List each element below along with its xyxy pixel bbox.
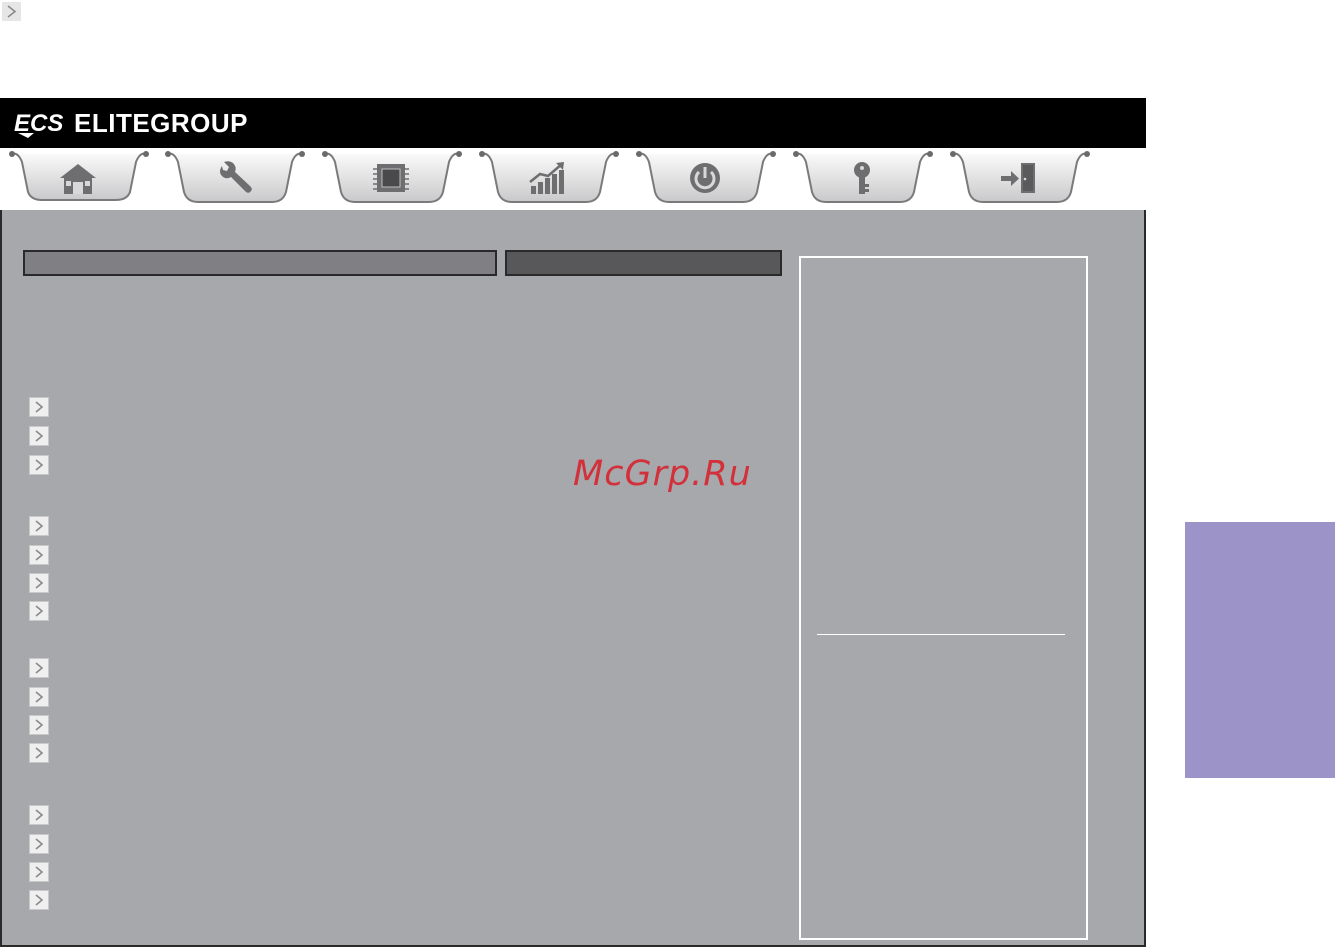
menu-item-arrow[interactable]: [29, 516, 49, 536]
chip-icon: [373, 164, 409, 192]
bios-window: ECS ELITEGROUP: [0, 98, 1146, 947]
menu-item-arrow[interactable]: [29, 834, 49, 854]
menu-item-arrow[interactable]: [29, 426, 49, 446]
menu-item-arrow[interactable]: [29, 601, 49, 621]
performance-chart-icon: [529, 162, 564, 194]
menu-item-arrow[interactable]: [29, 715, 49, 735]
key-icon: [854, 162, 870, 194]
menu-item-arrow[interactable]: [29, 743, 49, 763]
exit-icon: [1001, 163, 1035, 193]
menu-item-arrow[interactable]: [29, 658, 49, 678]
menu-item-arrow[interactable]: [29, 890, 49, 910]
menu-item-arrow[interactable]: [29, 862, 49, 882]
home-icon: [60, 164, 96, 194]
tab-exit[interactable]: [949, 148, 1090, 210]
menu-item-arrow[interactable]: [29, 397, 49, 417]
tab-performance[interactable]: [478, 148, 619, 210]
tab-strip: [0, 148, 1146, 210]
watermark-text: McGrp.Ru: [573, 454, 752, 494]
tab-security[interactable]: [792, 148, 933, 210]
item-header-bar: [23, 250, 497, 276]
tab-advanced[interactable]: [164, 148, 305, 210]
brand-logo: ECS ELITEGROUP: [12, 106, 248, 140]
power-icon: [690, 163, 720, 193]
ecs-logo-icon: ECS: [14, 110, 63, 138]
menu-item-arrow[interactable]: [29, 545, 49, 565]
brand-name: ELITEGROUP: [74, 107, 249, 138]
help-divider: [817, 634, 1065, 635]
tab-power[interactable]: [635, 148, 776, 210]
menu-item-arrow[interactable]: [29, 573, 49, 593]
top-arrow-icon: [2, 2, 21, 21]
side-color-block: [1185, 522, 1335, 778]
wrench-icon: [220, 161, 252, 193]
tab-main[interactable]: [8, 148, 149, 210]
tab-chipset[interactable]: [321, 148, 462, 210]
brand-bar: ECS ELITEGROUP: [0, 98, 1146, 148]
svg-text:ECS: ECS: [14, 110, 63, 137]
menu-item-arrow[interactable]: [29, 687, 49, 707]
value-header-bar: [505, 250, 782, 276]
menu-item-arrow[interactable]: [29, 805, 49, 825]
menu-item-arrow[interactable]: [29, 455, 49, 475]
help-panel: [799, 256, 1088, 940]
